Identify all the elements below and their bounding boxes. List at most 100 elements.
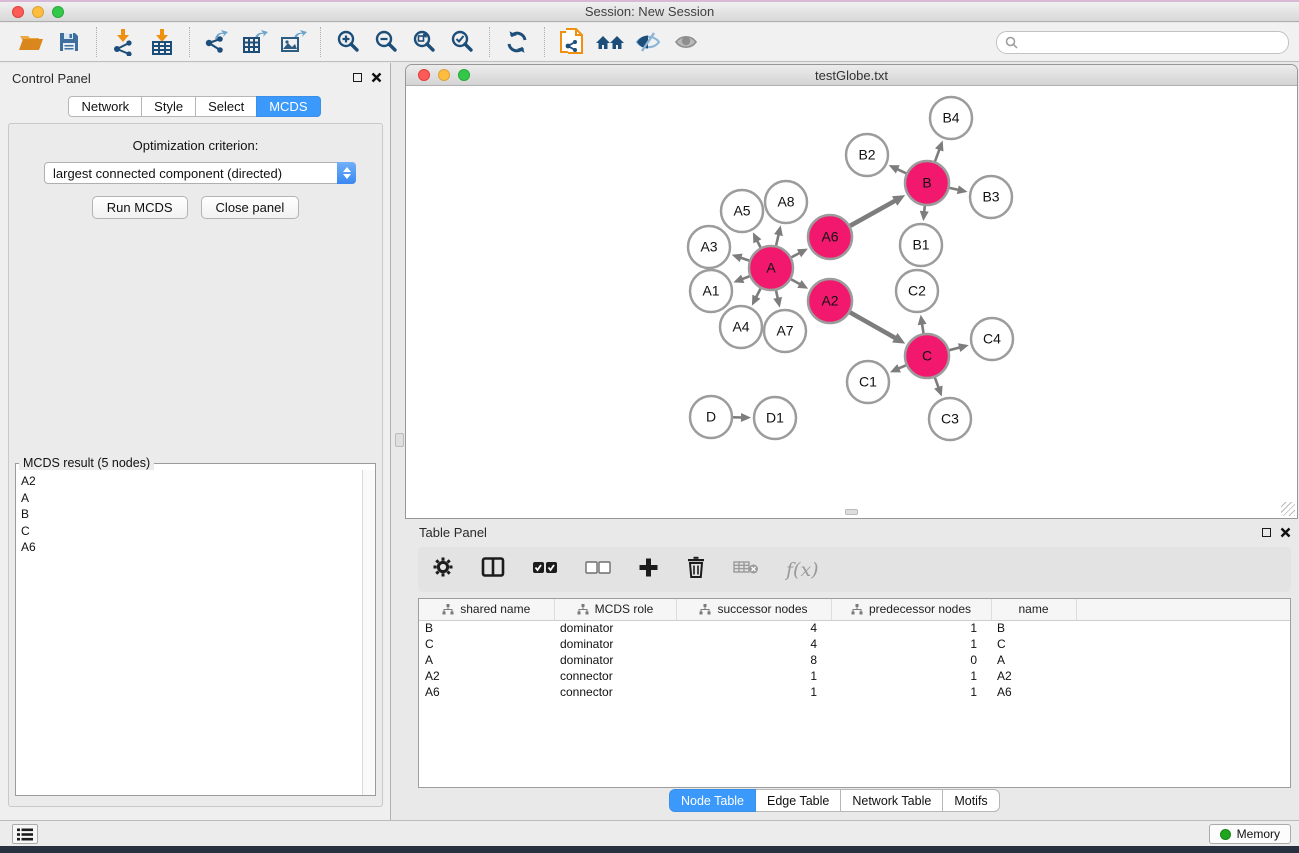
mcds-tab-content: Optimization criterion: largest connecte… xyxy=(8,123,383,807)
zoom-out-icon[interactable] xyxy=(370,26,402,58)
float-panel-icon[interactable] xyxy=(353,73,362,82)
delete-table-icon[interactable] xyxy=(733,559,759,580)
tab-network-table[interactable]: Network Table xyxy=(840,789,943,812)
mcds-result-list[interactable]: A2ABCA6 xyxy=(16,470,361,795)
import-table-icon[interactable] xyxy=(146,26,178,58)
open-folder-icon[interactable] xyxy=(15,26,47,58)
column-header-MCDS-role[interactable]: MCDS role xyxy=(554,599,676,620)
mcds-result-item[interactable]: A6 xyxy=(21,539,361,556)
mcds-result-item[interactable]: A xyxy=(21,490,361,507)
close-table-panel-icon[interactable] xyxy=(1280,527,1291,538)
mcds-result-scrollbar[interactable] xyxy=(362,470,375,795)
tab-network[interactable]: Network xyxy=(68,96,142,117)
table-cell[interactable]: A6 xyxy=(991,684,1076,700)
table-cell[interactable]: B xyxy=(991,620,1076,636)
table-cell[interactable]: 4 xyxy=(676,636,831,652)
deselect-all-icon[interactable] xyxy=(585,561,611,579)
table-cell[interactable]: dominator xyxy=(554,652,676,668)
tab-edge-table[interactable]: Edge Table xyxy=(755,789,841,812)
zoom-fit-icon[interactable] xyxy=(408,26,440,58)
search-input[interactable] xyxy=(1023,36,1280,50)
tab-mcds[interactable]: MCDS xyxy=(256,96,320,117)
table-row[interactable]: A2connector11A2 xyxy=(419,668,1290,684)
zoom-selected-icon[interactable] xyxy=(446,26,478,58)
table-cell[interactable]: connector xyxy=(554,668,676,684)
float-table-panel-icon[interactable] xyxy=(1262,528,1271,537)
status-bar: Memory xyxy=(0,820,1299,846)
tab-select[interactable]: Select xyxy=(195,96,257,117)
column-header-shared-name[interactable]: shared name xyxy=(419,599,554,620)
settings-gear-icon[interactable] xyxy=(432,556,454,583)
window-resize-grip[interactable] xyxy=(1281,502,1295,516)
table-cell[interactable]: 1 xyxy=(831,620,991,636)
zoom-in-icon[interactable] xyxy=(332,26,364,58)
graph-edge-arrowhead xyxy=(918,315,927,326)
network-canvas[interactable]: B4B2BB3A8A5A6B1A3AA1C2A2A4A7C4CC1DD1C3 xyxy=(406,86,1297,517)
home-icon[interactable] xyxy=(594,26,626,58)
table-cell[interactable]: C xyxy=(419,636,554,652)
table-cell[interactable]: 8 xyxy=(676,652,831,668)
task-history-button[interactable] xyxy=(12,824,38,844)
table-cell[interactable]: 1 xyxy=(676,684,831,700)
table-cell[interactable]: A2 xyxy=(419,668,554,684)
delete-column-icon[interactable] xyxy=(686,556,706,583)
save-icon[interactable] xyxy=(53,26,85,58)
show-eye-icon[interactable] xyxy=(670,26,702,58)
table-cell[interactable]: 1 xyxy=(831,636,991,652)
table-cell[interactable]: A6 xyxy=(419,684,554,700)
mcds-result-item[interactable]: A2 xyxy=(21,473,361,490)
table-cell[interactable]: 1 xyxy=(831,684,991,700)
import-network-icon[interactable] xyxy=(108,26,140,58)
run-mcds-button[interactable]: Run MCDS xyxy=(92,196,188,219)
splitter-handle[interactable] xyxy=(395,433,404,447)
graph-edge-A6-B[interactable] xyxy=(850,200,896,226)
mcds-result-item[interactable]: B xyxy=(21,506,361,523)
export-image-icon[interactable] xyxy=(277,26,309,58)
function-builder-icon[interactable]: f(x) xyxy=(786,559,819,581)
table-cell[interactable]: 1 xyxy=(676,668,831,684)
memory-button[interactable]: Memory xyxy=(1209,824,1291,844)
tab-motifs[interactable]: Motifs xyxy=(942,789,999,812)
table-row[interactable]: Cdominator41C xyxy=(419,636,1290,652)
mcds-result-item[interactable]: C xyxy=(21,523,361,540)
tab-style[interactable]: Style xyxy=(141,96,196,117)
column-layout-icon[interactable] xyxy=(481,557,505,582)
tab-node-table[interactable]: Node Table xyxy=(669,789,756,812)
select-all-icon[interactable] xyxy=(532,561,558,579)
column-header-successor-nodes[interactable]: successor nodes xyxy=(676,599,831,620)
graph-node-label: B2 xyxy=(858,147,875,163)
table-cell[interactable]: A xyxy=(991,652,1076,668)
hide-eye-icon[interactable] xyxy=(632,26,664,58)
column-header-name[interactable]: name xyxy=(991,599,1076,620)
network-window-titlebar[interactable]: testGlobe.txt xyxy=(406,65,1297,86)
table-panel-title: Table Panel xyxy=(419,525,487,540)
export-network-icon[interactable] xyxy=(201,26,233,58)
table-cell[interactable]: 0 xyxy=(831,652,991,668)
close-panel-button[interactable]: Close panel xyxy=(201,196,300,219)
table-cell[interactable]: dominator xyxy=(554,620,676,636)
column-header-predecessor-nodes[interactable]: predecessor nodes xyxy=(831,599,991,620)
table-row[interactable]: Bdominator41B xyxy=(419,620,1290,636)
network-file-icon[interactable] xyxy=(556,26,588,58)
table-cell[interactable]: dominator xyxy=(554,636,676,652)
table-cell[interactable]: connector xyxy=(554,684,676,700)
search-icon xyxy=(1005,36,1018,49)
table-cell[interactable]: B xyxy=(419,620,554,636)
table-row[interactable]: Adominator80A xyxy=(419,652,1290,668)
table-cell[interactable]: A xyxy=(419,652,554,668)
add-column-icon[interactable] xyxy=(638,557,659,583)
table-cell[interactable]: A2 xyxy=(991,668,1076,684)
table-row[interactable]: A6connector11A6 xyxy=(419,684,1290,700)
table-cell[interactable]: 1 xyxy=(831,668,991,684)
search-field[interactable] xyxy=(996,31,1289,54)
refresh-icon[interactable] xyxy=(501,26,533,58)
close-panel-icon[interactable] xyxy=(371,72,382,83)
optimization-criterion-dropdown[interactable]: largest connected component (directed) xyxy=(44,162,356,184)
control-panel-tabs: NetworkStyleSelectMCDS xyxy=(0,96,390,117)
graph-edge-B-B4[interactable] xyxy=(935,148,940,161)
table-cell[interactable]: C xyxy=(991,636,1076,652)
table-cell[interactable]: 4 xyxy=(676,620,831,636)
graph-edge-A2-C[interactable] xyxy=(850,312,897,338)
splitter-handle[interactable] xyxy=(845,509,858,515)
export-table-icon[interactable] xyxy=(239,26,271,58)
